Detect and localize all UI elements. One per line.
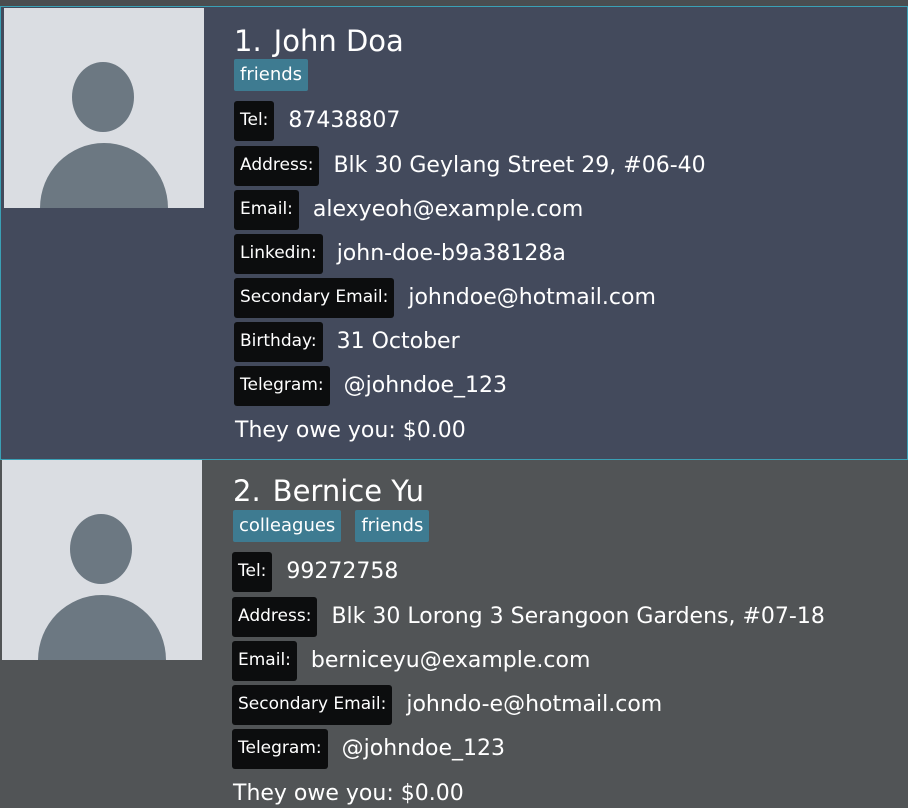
owe-amount: They owe you: $0.00 [233,781,464,806]
email-field: Email: berniceyu@example.com [232,641,590,681]
avatar-head-shape [70,514,132,584]
address-field: Address: Blk 30 Lorong 3 Serangoon Garde… [232,597,825,637]
person-index: 1. [234,24,262,58]
field-label: Address: [234,146,320,186]
person-card[interactable]: 2. Bernice Yu colleagues friends Tel: 992… [0,460,908,808]
tag-list: colleagues friends [233,510,430,542]
field-value: john-doe-b9a38128a [336,241,566,266]
avatar-body-shape [40,143,168,208]
field-value: berniceyu@example.com [310,648,591,673]
telegram-field: Telegram: @johndoe_123 [232,729,505,769]
person-index: 2. [233,474,261,508]
field-label: Secondary Email: [234,278,395,318]
field-value: @johndoe_123 [343,373,508,398]
field-label: Email: [232,641,297,681]
phone-field: Tel: 99272758 [232,552,398,592]
person-list[interactable]: 1. John Doa friends Tel: 87438807 Address… [0,0,908,808]
field-value: Blk 30 Lorong 3 Serangoon Gardens, #07-1… [331,604,825,629]
field-value: 31 October [336,329,460,354]
field-value: johndo-e@hotmail.com [406,692,663,717]
avatar-body-shape [38,595,166,660]
linkedin-field: Linkedin: john-doe-b9a38128a [234,234,566,274]
person-name-text: John Doa [273,24,404,58]
field-label: Secondary Email: [232,685,393,725]
avatar [4,8,204,208]
tag-list: friends [234,59,309,91]
avatar-head-shape [72,62,134,132]
field-label: Telegram: [232,729,328,769]
field-value: Blk 30 Geylang Street 29, #06-40 [333,153,706,178]
field-label: Linkedin: [234,234,323,274]
telegram-field: Telegram: @johndoe_123 [234,366,507,406]
field-label: Telegram: [234,366,330,406]
tag: friends [234,59,309,91]
field-value: johndoe@hotmail.com [408,285,656,310]
field-value: @johndoe_123 [341,736,506,761]
field-label: Email: [234,190,299,230]
field-label: Tel: [232,552,273,592]
birthday-field: Birthday: 31 October [234,322,460,362]
person-name: 2. Bernice Yu [233,474,424,508]
field-value: alexyeoh@example.com [312,197,584,222]
email-field: Email: alexyeoh@example.com [234,190,583,230]
avatar [2,460,202,660]
field-label: Address: [232,597,318,637]
secondary-email-field: Secondary Email: johndo-e@hotmail.com [232,685,662,725]
field-value: 87438807 [288,108,401,133]
person-name: 1. John Doa [234,24,404,58]
secondary-email-field: Secondary Email: johndoe@hotmail.com [234,278,656,318]
field-value: 99272758 [286,559,399,584]
address-field: Address: Blk 30 Geylang Street 29, #06-4… [234,146,706,186]
person-card[interactable]: 1. John Doa friends Tel: 87438807 Address… [0,6,908,460]
phone-field: Tel: 87438807 [234,101,400,141]
tag: colleagues [233,510,342,542]
field-label: Tel: [234,101,275,141]
field-label: Birthday: [234,322,323,362]
owe-amount: They owe you: $0.00 [235,418,466,443]
tag: friends [355,510,430,542]
person-name-text: Bernice Yu [272,474,425,508]
